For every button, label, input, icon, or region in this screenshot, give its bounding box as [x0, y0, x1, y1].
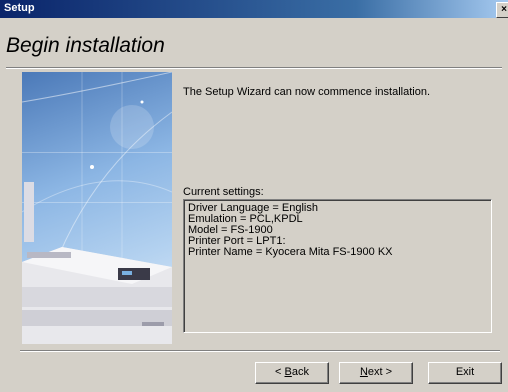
intro-text: The Setup Wizard can now commence instal… — [183, 86, 431, 98]
close-icon[interactable]: × — [496, 2, 508, 18]
footer-divider — [20, 350, 500, 352]
back-prefix: < — [275, 366, 285, 378]
next-mnemonic: N — [359, 366, 368, 378]
printer-artwork — [22, 72, 172, 344]
next-label: ext > — [367, 366, 393, 378]
back-mnemonic: B — [284, 366, 292, 378]
title-bar: Setup × — [0, 0, 508, 18]
settings-label: Current settings: — [183, 186, 264, 198]
header-divider — [6, 67, 502, 69]
back-label: ack — [291, 366, 309, 378]
settings-list: Driver Language = English Emulation = PC… — [183, 199, 492, 333]
back-button[interactable]: < Back — [255, 362, 329, 384]
exit-button[interactable]: Exit — [428, 362, 502, 384]
next-button[interactable]: Next > — [339, 362, 413, 384]
window-title: Setup — [4, 2, 35, 14]
page-title: Begin installation — [6, 34, 165, 57]
setting-printer-name: Printer Name = Kyocera Mita FS-1900 KX — [188, 246, 393, 258]
